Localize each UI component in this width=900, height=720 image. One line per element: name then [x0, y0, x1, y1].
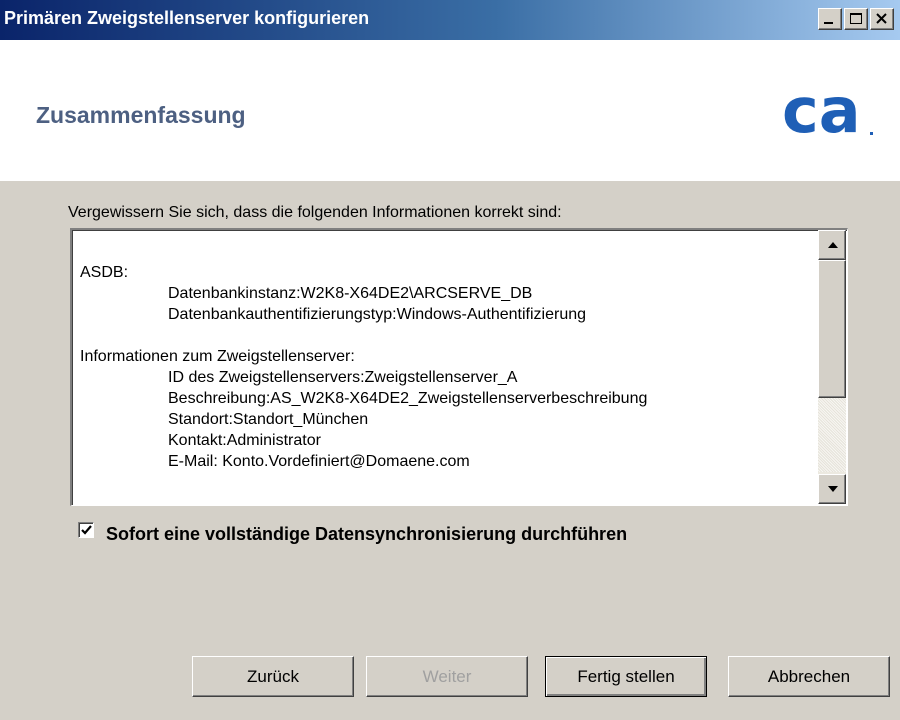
scroll-thumb[interactable]: [818, 260, 846, 398]
sync-checkbox[interactable]: [78, 522, 94, 538]
maximize-icon: [850, 13, 862, 24]
wizard-header: Zusammenfassung ca: [0, 40, 900, 181]
dialog-window: Primären Zweigstellenserver konfiguriere…: [0, 0, 900, 720]
minimize-button[interactable]: [818, 8, 842, 30]
summary-line: ID des Zweigstellenservers:Zweigstellens…: [168, 369, 518, 386]
close-button[interactable]: [870, 8, 894, 30]
maximize-button[interactable]: [844, 8, 868, 30]
arrow-up-icon: [828, 242, 838, 248]
summary-line: Datenbankauthentifizierungstyp:Windows-A…: [168, 306, 587, 323]
page-title: Zusammenfassung: [36, 102, 246, 128]
summary-line: ASDB:: [80, 264, 129, 281]
back-button[interactable]: Zurück: [192, 656, 354, 697]
summary-line: Informationen zum Zweigstellenserver:: [80, 348, 355, 365]
window-title: Primären Zweigstellenserver konfiguriere…: [4, 8, 370, 28]
close-icon: [876, 13, 887, 24]
checkmark-icon: [81, 525, 92, 535]
sync-checkbox-label[interactable]: Sofort eine vollständige Datensynchronis…: [106, 524, 627, 545]
scroll-up-button[interactable]: [818, 230, 846, 260]
summary-textbox[interactable]: ASDB: Datenbankinstanz:W2K8-X64DE2\ARCSE…: [70, 228, 848, 506]
summary-content: ASDB: Datenbankinstanz:W2K8-X64DE2\ARCSE…: [80, 262, 818, 472]
logo-text: ca: [782, 80, 861, 142]
summary-line: Standort:Standort_München: [168, 411, 369, 428]
ca-logo: ca: [782, 80, 873, 142]
scroll-down-button[interactable]: [818, 474, 846, 504]
cancel-button[interactable]: Abbrechen: [728, 656, 890, 697]
vertical-scrollbar[interactable]: [818, 230, 846, 504]
title-bar[interactable]: Primären Zweigstellenserver konfiguriere…: [0, 0, 900, 40]
summary-line: Datenbankinstanz:W2K8-X64DE2\ARCSERVE_DB: [168, 285, 533, 302]
summary-prompt: Vergewissern Sie sich, dass die folgende…: [68, 204, 562, 221]
finish-button[interactable]: Fertig stellen: [545, 656, 707, 697]
summary-line: Beschreibung:AS_W2K8-X64DE2_Zweigstellen…: [168, 390, 648, 407]
summary-line: Kontakt:Administrator: [168, 432, 321, 449]
summary-line: E-Mail: Konto.Vordefiniert@Domaene.com: [168, 453, 470, 470]
minimize-icon: [824, 22, 833, 24]
arrow-down-icon: [828, 486, 838, 492]
next-button[interactable]: Weiter: [366, 656, 528, 697]
